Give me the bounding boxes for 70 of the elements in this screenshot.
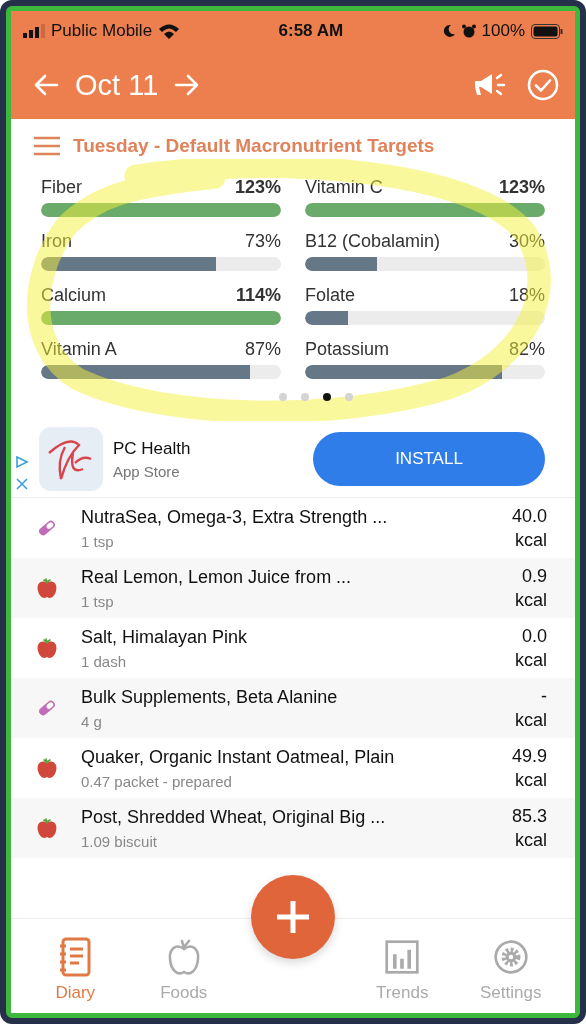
targets-title: Tuesday - Default Macronutrient Targets bbox=[73, 135, 435, 157]
calorie-value: 85.3 bbox=[511, 805, 547, 827]
calorie-unit: kcal bbox=[515, 649, 547, 671]
apple-icon bbox=[35, 816, 59, 840]
nutrient-name: Fiber bbox=[41, 177, 82, 198]
page-dot[interactable] bbox=[323, 393, 331, 401]
food-name: NutraSea, Omega-3, Extra Strength ... bbox=[81, 506, 389, 528]
calorie-unit: kcal bbox=[515, 529, 547, 551]
nutrient-name: B12 (Cobalamin) bbox=[305, 231, 441, 252]
wifi-icon bbox=[158, 23, 181, 39]
calorie-value: - bbox=[541, 685, 547, 707]
app-logo bbox=[39, 427, 103, 491]
trends-tab[interactable]: Trends bbox=[348, 937, 457, 1003]
play-triangle-icon[interactable] bbox=[15, 455, 29, 469]
settings-tab[interactable]: Settings bbox=[456, 937, 565, 1003]
calorie-unit: kcal bbox=[515, 769, 547, 791]
apple-icon bbox=[35, 576, 59, 600]
nutrient-name: Folate bbox=[305, 285, 356, 306]
alarm-clock-icon bbox=[461, 24, 476, 38]
ad-app-name: PC Health bbox=[113, 438, 192, 459]
add-button[interactable] bbox=[251, 875, 335, 959]
ad-store-name: App Store bbox=[113, 462, 181, 480]
diary-tab[interactable]: Diary bbox=[21, 937, 130, 1003]
nutrient-name: Potassium bbox=[305, 339, 390, 360]
battery-percent: 100% bbox=[481, 21, 525, 41]
foods-tab[interactable]: Foods bbox=[129, 937, 238, 1003]
nutrient-percent: 82% bbox=[508, 339, 545, 360]
page-dot[interactable] bbox=[345, 393, 353, 401]
notebook-icon bbox=[57, 937, 94, 977]
nutrient-name: Vitamin A bbox=[41, 339, 117, 360]
food-name: Salt, Himalayan Pink bbox=[81, 626, 249, 648]
calorie-value: 40.0 bbox=[511, 505, 547, 527]
nutrient-name: Calcium bbox=[41, 285, 106, 306]
food-amount: 1 tsp bbox=[81, 592, 115, 610]
nutrient-name: Vitamin C bbox=[305, 177, 383, 198]
calorie-value: 0.0 bbox=[521, 625, 547, 647]
food-name: Quaker, Organic Instant Oatmeal, Plain bbox=[81, 746, 396, 768]
menu-icon[interactable] bbox=[33, 136, 61, 156]
nutrient-percent: 73% bbox=[244, 231, 281, 252]
calorie-unit: kcal bbox=[515, 589, 547, 611]
clock-time: 6:58 AM bbox=[278, 21, 344, 41]
gear-icon bbox=[492, 937, 529, 977]
food-name: Post, Shredded Wheat, Original Big ... bbox=[81, 806, 387, 828]
bar-chart-icon bbox=[384, 937, 421, 977]
apple-icon bbox=[35, 636, 59, 660]
food-name: Real Lemon, Lemon Juice from ... bbox=[81, 566, 353, 588]
calorie-value: 49.9 bbox=[511, 745, 547, 767]
nutrient-percent: 114% bbox=[235, 285, 281, 306]
food-name: Bulk Supplements, Beta Alanine bbox=[81, 686, 339, 708]
food-amount: 4 g bbox=[81, 712, 103, 730]
battery-icon bbox=[531, 23, 563, 39]
calorie-unit: kcal bbox=[515, 829, 547, 851]
food-amount: 1 tsp bbox=[81, 532, 115, 550]
calorie-unit: kcal bbox=[515, 709, 547, 731]
page-dot[interactable] bbox=[279, 393, 287, 401]
install-button[interactable]: INSTALL bbox=[313, 432, 545, 486]
nutrient-percent: 123% bbox=[498, 177, 545, 198]
carrier-name: Public Mobile bbox=[51, 21, 153, 41]
apple-icon bbox=[35, 756, 59, 780]
close-icon[interactable] bbox=[15, 477, 29, 491]
signal-icon bbox=[23, 24, 45, 38]
calorie-value: 0.9 bbox=[521, 565, 547, 587]
food-amount: 1.09 biscuit bbox=[81, 832, 158, 850]
date-title: Oct 11 bbox=[75, 68, 159, 102]
moon-icon bbox=[441, 24, 456, 38]
page-dot[interactable] bbox=[301, 393, 309, 401]
food-amount: 1 dash bbox=[81, 652, 128, 670]
food-amount: 0.47 packet - prepared bbox=[81, 772, 233, 790]
nutrient-percent: 123% bbox=[234, 177, 281, 198]
nutrient-percent: 87% bbox=[244, 339, 281, 360]
